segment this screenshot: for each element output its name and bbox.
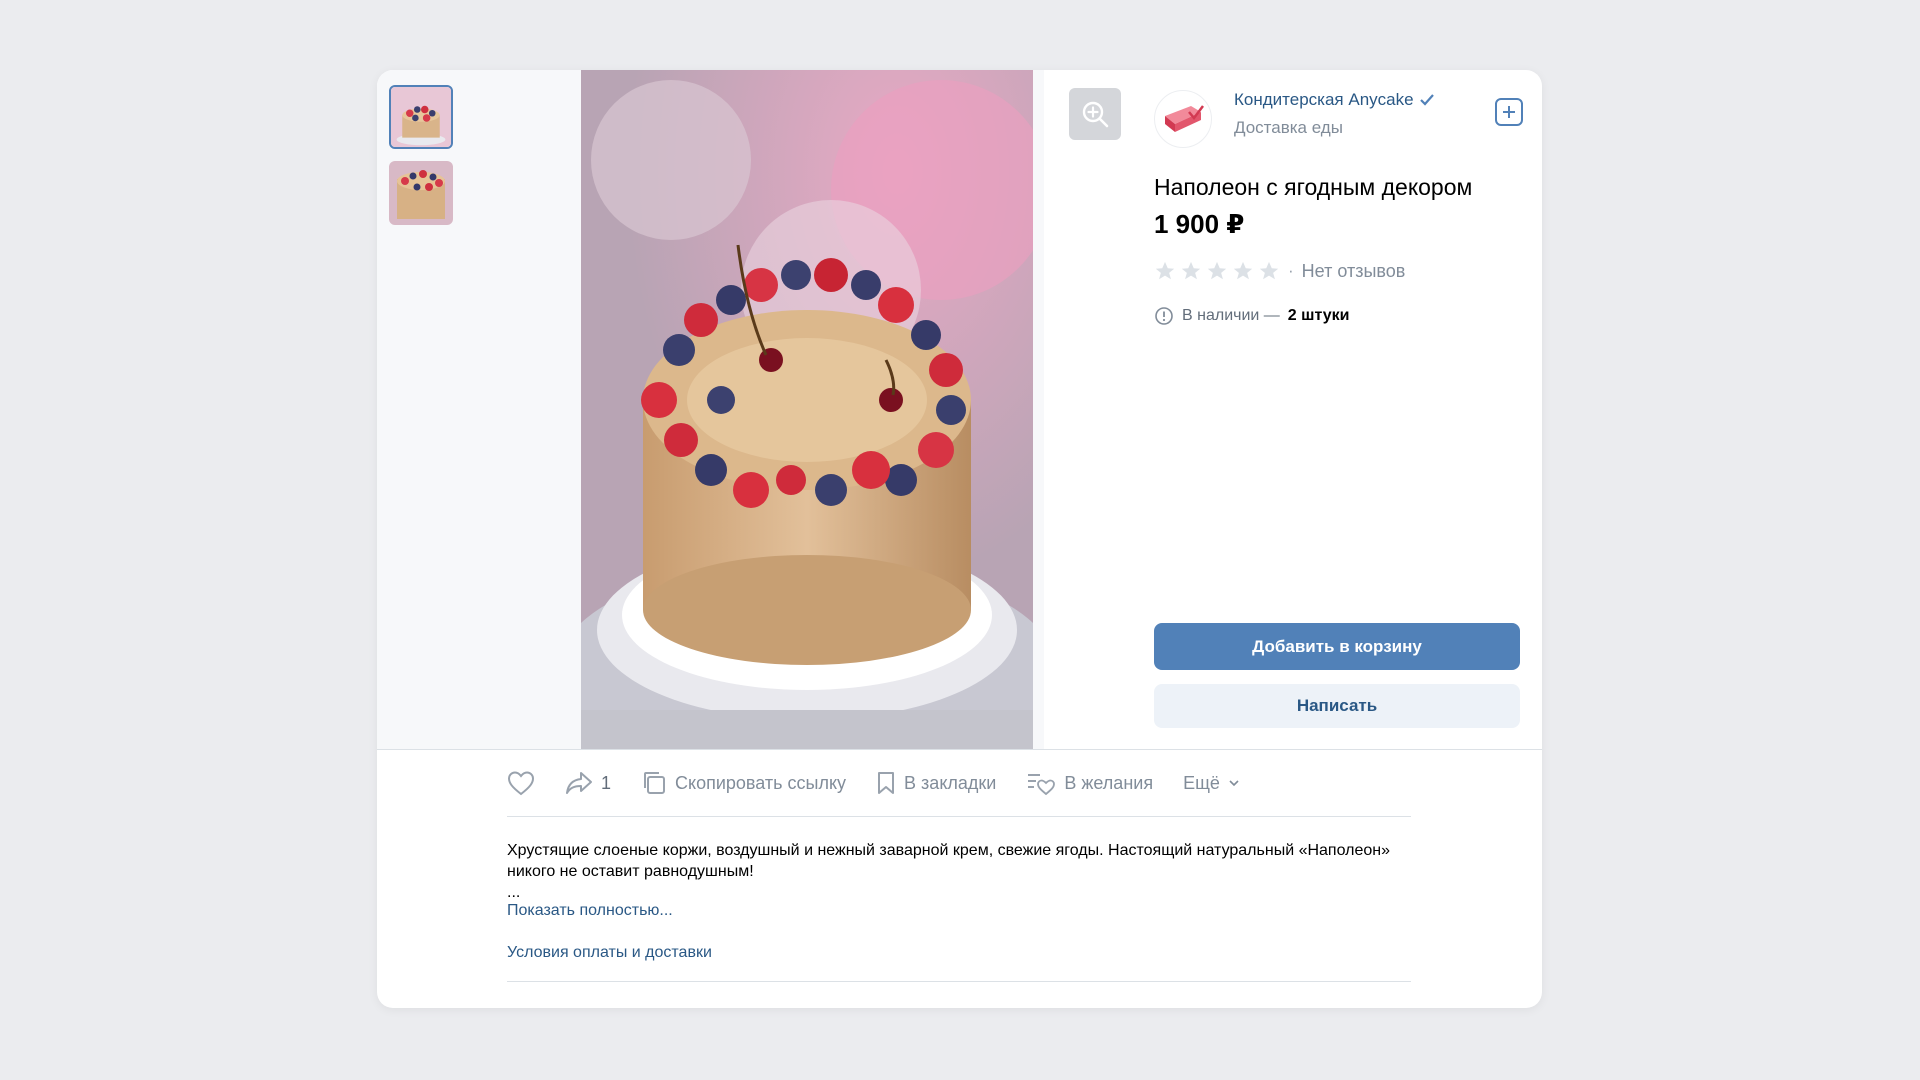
cake-thumbnail-image xyxy=(391,87,451,147)
product-price: 1 900 ₽ xyxy=(1154,209,1245,239)
wishlist-button[interactable]: В желания xyxy=(1026,770,1153,796)
wishlist-label: В желания xyxy=(1064,772,1154,793)
description-ellipsis: ... xyxy=(507,884,521,901)
photo-gallery xyxy=(377,70,1121,749)
wishlist-icon xyxy=(1028,774,1056,796)
bookmark-button[interactable]: В закладки xyxy=(876,770,996,796)
copy-icon xyxy=(644,772,666,794)
product-modal: Кондитерская Anycake Доставка еды Наполе… xyxy=(377,70,1542,1008)
more-label: Ещё xyxy=(1183,772,1220,793)
add-to-cart-button[interactable]: Добавить в корзину xyxy=(1154,623,1520,670)
shop-category: Доставка еды xyxy=(1234,118,1343,137)
divider xyxy=(507,981,1411,982)
bookmark-label: В закладки xyxy=(904,772,997,793)
star-icon xyxy=(1259,261,1279,280)
thumbnail-1[interactable] xyxy=(389,85,453,149)
divider xyxy=(507,816,1411,817)
copy-link-button[interactable]: Скопировать ссылку xyxy=(641,770,846,796)
stock-status: В наличии — 2 штуки xyxy=(1154,306,1349,326)
copy-link-label: Скопировать ссылку xyxy=(675,772,847,793)
zoom-in-icon xyxy=(1082,101,1109,128)
like-button[interactable] xyxy=(507,770,535,796)
thumbnail-2[interactable] xyxy=(389,161,453,225)
thumbnail-list xyxy=(389,85,459,237)
product-info: Кондитерская Anycake Доставка еды Наполе… xyxy=(1154,70,1542,749)
star-icon xyxy=(1181,261,1201,280)
star-icon xyxy=(1155,261,1175,280)
share-count: 1 xyxy=(601,772,612,793)
rating-separator: · xyxy=(1288,261,1294,280)
star-icon xyxy=(1207,261,1227,280)
show-more-link[interactable]: Показать полностью... xyxy=(507,902,673,920)
product-title: Наполеон с ягодным декором xyxy=(1154,174,1473,200)
payment-delivery-terms-link[interactable]: Условия оплаты и доставки xyxy=(507,944,712,962)
shop-name: Кондитерская Anycake xyxy=(1234,90,1414,109)
shop-name-link[interactable]: Кондитерская Anycake xyxy=(1234,90,1434,110)
reviews-count: Нет отзывов xyxy=(1301,260,1406,281)
cake-thumbnail-image xyxy=(389,161,453,225)
more-button[interactable]: Ещё xyxy=(1183,773,1240,794)
subscribe-button[interactable] xyxy=(1495,98,1523,126)
share-button[interactable]: 1 xyxy=(565,771,611,795)
zoom-button[interactable] xyxy=(1069,88,1121,140)
chevron-down-icon xyxy=(1229,780,1239,787)
share-icon xyxy=(566,772,592,794)
shop-avatar[interactable] xyxy=(1154,90,1212,148)
heart-icon xyxy=(507,771,535,796)
main-product-photo[interactable] xyxy=(581,70,1033,749)
description-text: Хрустящие слоеные коржи, воздушный и неж… xyxy=(507,842,1390,880)
rating: · Нет отзывов xyxy=(1154,260,1405,282)
cake-slice-logo-icon xyxy=(1165,105,1204,132)
cake-photo xyxy=(581,70,1033,749)
write-message-button[interactable]: Написать xyxy=(1154,684,1520,728)
product-description: Хрустящие слоеные коржи, воздушный и неж… xyxy=(507,840,1411,903)
star-icon xyxy=(1233,261,1253,280)
plus-square-icon xyxy=(1503,106,1515,118)
stock-label: В наличии — xyxy=(1182,307,1280,324)
stock-value: 2 штуки xyxy=(1287,307,1350,324)
info-circle-icon xyxy=(1155,307,1173,325)
check-icon xyxy=(1419,94,1434,106)
action-bar: 1 Скопировать ссылку В закладки В желани… xyxy=(507,750,1411,816)
bookmark-icon xyxy=(878,772,895,794)
